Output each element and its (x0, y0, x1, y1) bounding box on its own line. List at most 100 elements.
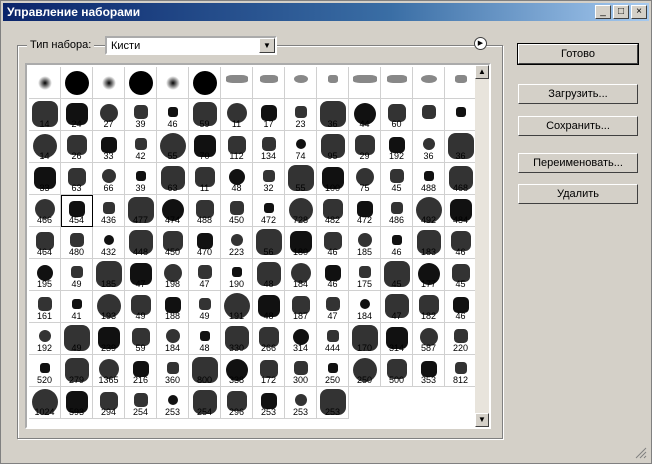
brush-preset-tile[interactable]: 48 (189, 323, 221, 355)
brush-preset-tile[interactable]: 300 (285, 355, 317, 387)
brush-preset-tile[interactable]: 46 (317, 259, 349, 291)
brush-preset-tile[interactable]: 192 (29, 323, 61, 355)
brush-preset-tile[interactable]: 59 (189, 99, 221, 131)
brush-preset-tile[interactable]: 223 (221, 227, 253, 259)
brush-preset-tile[interactable] (29, 67, 61, 99)
brush-preset-tile[interactable]: 49 (189, 291, 221, 323)
brush-preset-tile[interactable]: 112 (221, 131, 253, 163)
brush-preset-tile[interactable]: 39 (125, 163, 157, 195)
brush-preset-tile[interactable]: 59 (125, 323, 157, 355)
brush-preset-tile[interactable]: 470 (189, 227, 221, 259)
brush-preset-tile[interactable]: 134 (253, 131, 285, 163)
brush-preset-tile[interactable]: 24 (61, 99, 93, 131)
brush-preset-tile[interactable]: 32 (253, 163, 285, 195)
brush-preset-tile[interactable]: 484 (445, 195, 477, 227)
scroll-down-button[interactable]: ▼ (475, 413, 489, 427)
brush-preset-tile[interactable]: 1365 (93, 355, 125, 387)
brush-preset-tile[interactable]: 56 (253, 227, 285, 259)
brush-preset-tile[interactable] (189, 67, 221, 99)
brush-preset-tile[interactable]: 66 (93, 163, 125, 195)
brush-preset-tile[interactable]: 11 (189, 163, 221, 195)
brush-preset-tile[interactable]: 488 (413, 163, 445, 195)
brush-preset-tile[interactable]: 39 (125, 99, 157, 131)
brush-preset-tile[interactable]: 63 (61, 163, 93, 195)
brush-preset-tile[interactable]: 314 (285, 323, 317, 355)
brush-preset-tile[interactable]: 29 (349, 131, 381, 163)
brush-preset-tile[interactable]: 26 (61, 131, 93, 163)
brush-preset-tile[interactable] (157, 67, 189, 99)
brush-preset-tile[interactable]: 190 (221, 259, 253, 291)
brush-preset-tile[interactable]: 216 (125, 355, 157, 387)
brush-preset-tile[interactable]: 472 (349, 195, 381, 227)
brush-preset-tile[interactable]: 728 (285, 195, 317, 227)
brush-preset-tile[interactable]: 48 (253, 259, 285, 291)
brush-preset-tile[interactable]: 60 (381, 99, 413, 131)
brush-preset-tile[interactable]: 75 (349, 163, 381, 195)
brush-preset-tile[interactable]: 47 (125, 259, 157, 291)
brush-preset-tile[interactable]: 480 (61, 227, 93, 259)
brush-preset-tile[interactable]: 1024 (29, 387, 61, 419)
brush-preset-tile[interactable] (349, 67, 381, 99)
brush-preset-tile[interactable]: 474 (157, 195, 189, 227)
brush-preset-tile[interactable]: 95 (317, 131, 349, 163)
brush-preset-tile[interactable]: 444 (317, 323, 349, 355)
brush-preset-tile[interactable]: 49 (125, 291, 157, 323)
brush-preset-tile[interactable]: 587 (413, 323, 445, 355)
brush-preset-tile[interactable]: 500 (381, 355, 413, 387)
brush-preset-tile[interactable]: 41 (61, 291, 93, 323)
done-button[interactable]: Готово (517, 43, 639, 65)
brush-preset-tile[interactable]: 36 (413, 131, 445, 163)
brush-preset-tile[interactable]: 180 (285, 227, 317, 259)
chevron-down-icon[interactable]: ▼ (259, 38, 275, 53)
brush-preset-tile[interactable]: 11 (221, 99, 253, 131)
brush-preset-tile[interactable]: 45 (381, 259, 413, 291)
load-button[interactable]: Загрузить... (518, 84, 638, 104)
brush-preset-tile[interactable]: 520 (29, 355, 61, 387)
brush-preset-tile[interactable]: 36 (445, 131, 477, 163)
brush-preset-tile[interactable]: 36 (317, 99, 349, 131)
brush-preset-tile[interactable]: 48 (221, 163, 253, 195)
brush-preset-tile[interactable]: 33 (29, 163, 61, 195)
brush-preset-tile[interactable]: 188 (157, 291, 189, 323)
brush-preset-tile[interactable]: 46 (445, 227, 477, 259)
brush-preset-tile[interactable]: 488 (189, 195, 221, 227)
brush-preset-tile[interactable]: 175 (349, 259, 381, 291)
minimize-button[interactable]: _ (595, 5, 611, 19)
brush-preset-tile[interactable]: 185 (93, 259, 125, 291)
brush-preset-tile[interactable]: 46 (381, 227, 413, 259)
brush-preset-tile[interactable]: 191 (221, 291, 253, 323)
brush-preset-tile[interactable]: 185 (349, 227, 381, 259)
brush-preset-tile[interactable]: 183 (413, 227, 445, 259)
delete-button[interactable]: Удалить (518, 184, 638, 204)
brush-preset-tile[interactable]: 48 (253, 291, 285, 323)
brush-preset-tile[interactable]: 74 (285, 131, 317, 163)
brush-preset-tile[interactable] (445, 99, 477, 131)
brush-preset-tile[interactable]: 432 (93, 227, 125, 259)
brush-preset-tile[interactable]: 47 (317, 291, 349, 323)
scroll-up-button[interactable]: ▲ (475, 65, 489, 79)
brush-preset-tile[interactable]: 593 (61, 387, 93, 419)
brush-preset-tile[interactable]: 100 (317, 163, 349, 195)
brush-preset-tile[interactable]: 46 (445, 291, 477, 323)
brush-preset-tile[interactable]: 23 (285, 99, 317, 131)
brush-preset-tile[interactable]: 172 (253, 355, 285, 387)
brush-preset-tile[interactable]: 253 (157, 387, 189, 419)
brush-preset-tile[interactable]: 330 (221, 323, 253, 355)
brush-preset-tile[interactable]: 253 (285, 387, 317, 419)
brush-preset-tile[interactable]: 63 (157, 163, 189, 195)
brush-preset-tile[interactable]: 55 (157, 131, 189, 163)
brush-preset-tile[interactable]: 279 (61, 355, 93, 387)
brush-preset-tile[interactable] (317, 67, 349, 99)
brush-preset-tile[interactable]: 448 (125, 227, 157, 259)
brush-preset-tile[interactable]: 187 (285, 291, 317, 323)
brush-preset-tile[interactable]: 266 (253, 323, 285, 355)
brush-preset-tile[interactable]: 353 (413, 355, 445, 387)
vertical-scrollbar[interactable]: ▲ ▼ (475, 65, 489, 427)
brush-preset-tile[interactable]: 482 (317, 195, 349, 227)
brush-preset-tile[interactable]: 44 (349, 99, 381, 131)
brush-preset-tile[interactable]: 184 (285, 259, 317, 291)
brush-preset-tile[interactable]: 486 (381, 195, 413, 227)
brush-preset-tile[interactable] (221, 67, 253, 99)
brush-preset-tile[interactable]: 472 (253, 195, 285, 227)
brush-preset-tile[interactable] (413, 99, 445, 131)
